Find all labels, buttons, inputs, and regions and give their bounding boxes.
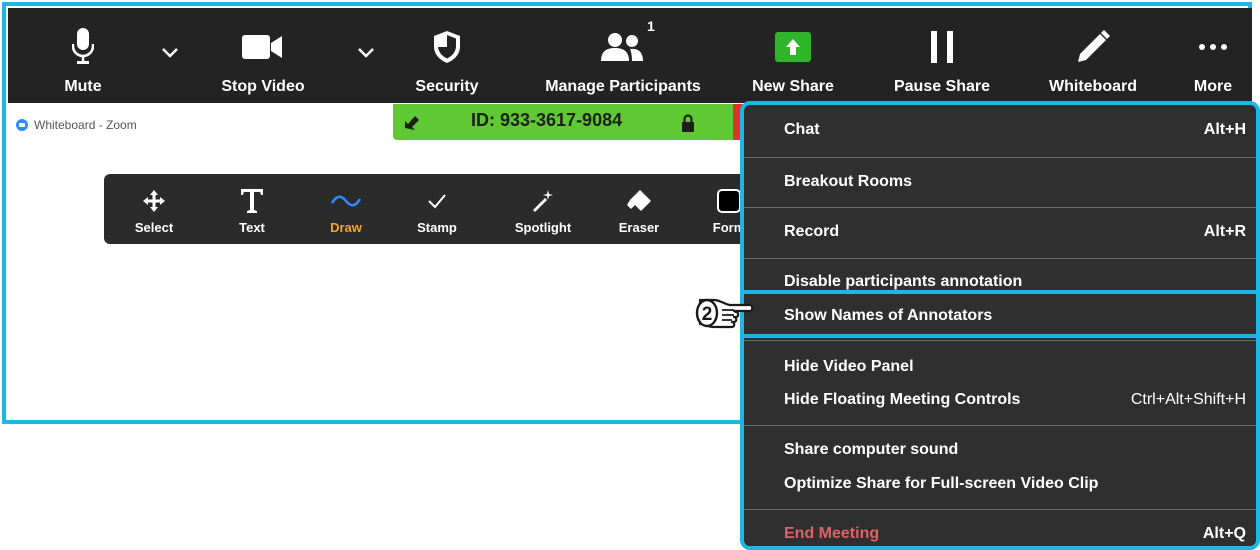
window-title-text: Whiteboard - Zoom xyxy=(34,118,137,132)
stop-video-button[interactable]: Stop Video xyxy=(213,8,313,103)
pause-share-label: Pause Share xyxy=(893,78,991,95)
menu-item-end-meeting-shortcut: Alt+Q xyxy=(1202,525,1246,542)
menu-item-hide-video-panel-label: Hide Video Panel xyxy=(784,358,914,375)
mute-button[interactable]: Mute xyxy=(53,8,113,103)
menu-separator xyxy=(744,207,1256,208)
new-share-label: New Share xyxy=(752,78,834,95)
menu-item-hide-video-panel[interactable]: Hide Video Panel xyxy=(784,358,1246,376)
tool-text[interactable]: Text xyxy=(217,174,287,244)
whiteboard-label: Whiteboard xyxy=(1049,78,1137,95)
menu-item-hide-floating-controls[interactable]: Hide Floating Meeting Controls Ctrl+Alt+… xyxy=(784,391,1246,409)
tool-text-label: Text xyxy=(239,220,265,235)
participants-icon: 1 xyxy=(601,18,655,72)
whiteboard-button[interactable]: Whiteboard xyxy=(1038,8,1148,103)
menu-item-optimize-share-label: Optimize Share for Full-screen Video Cli… xyxy=(784,475,1099,492)
menu-item-chat-label: Chat xyxy=(784,121,820,138)
color-swatch-icon xyxy=(716,186,742,216)
magic-wand-icon xyxy=(531,186,555,216)
pause-icon xyxy=(929,22,955,72)
meeting-id-bar[interactable]: ID: 933-3617-9084 xyxy=(393,104,735,140)
tool-spotlight-label: Spotlight xyxy=(514,220,572,235)
pencil-icon xyxy=(1076,22,1110,72)
pause-share-button[interactable]: Pause Share xyxy=(892,8,992,103)
squiggle-line-icon xyxy=(331,186,361,216)
security-label: Security xyxy=(415,78,479,95)
meeting-id-text: ID: 933-3617-9084 xyxy=(471,110,623,130)
menu-item-hide-floating-shortcut: Ctrl+Alt+Shift+H xyxy=(1130,391,1246,408)
collapse-arrow-icon[interactable] xyxy=(403,114,421,135)
share-screen-icon xyxy=(775,22,811,72)
tool-select[interactable]: Select xyxy=(119,174,189,244)
shield-icon xyxy=(432,22,462,72)
menu-item-record[interactable]: Record Alt+R xyxy=(784,223,1246,241)
audio-options-chevron-icon[interactable] xyxy=(160,46,180,60)
mute-label: Mute xyxy=(64,78,102,95)
video-options-chevron-icon[interactable] xyxy=(356,46,376,60)
tool-stamp-label: Stamp xyxy=(417,220,457,235)
menu-item-hide-floating-label: Hide Floating Meeting Controls xyxy=(784,391,1021,408)
tool-draw-label: Draw xyxy=(330,220,362,235)
menu-item-chat-shortcut: Alt+H xyxy=(1203,121,1246,138)
more-button[interactable]: More xyxy=(1188,8,1238,103)
tool-stamp[interactable]: Stamp xyxy=(402,174,472,244)
security-button[interactable]: Security xyxy=(412,8,482,103)
show-names-highlight-box xyxy=(740,290,1260,338)
menu-separator xyxy=(744,425,1256,426)
new-share-button[interactable]: New Share xyxy=(752,8,834,103)
microphone-icon xyxy=(72,22,94,72)
menu-item-record-shortcut: Alt+R xyxy=(1203,223,1246,240)
menu-separator xyxy=(744,340,1256,341)
move-arrows-icon xyxy=(143,186,165,216)
menu-item-disable-annotation[interactable]: Disable participants annotation xyxy=(784,273,1246,291)
zoom-logo-icon xyxy=(16,119,28,131)
tool-draw[interactable]: Draw xyxy=(311,174,381,244)
menu-item-share-sound-label: Share computer sound xyxy=(784,441,959,458)
tool-spotlight[interactable]: Spotlight xyxy=(508,174,578,244)
tool-eraser[interactable]: Eraser xyxy=(604,174,674,244)
stop-video-label: Stop Video xyxy=(221,78,305,95)
more-dots-icon xyxy=(1198,22,1228,72)
step-pointer-hand: 2 xyxy=(690,294,754,334)
participant-count-badge: 1 xyxy=(647,18,655,34)
pointing-hand-icon: 2 xyxy=(695,298,754,329)
menu-item-share-sound[interactable]: Share computer sound xyxy=(784,441,1246,459)
menu-item-optimize-share[interactable]: Optimize Share for Full-screen Video Cli… xyxy=(784,475,1246,493)
video-camera-icon xyxy=(242,22,284,72)
menu-item-end-meeting-label: End Meeting xyxy=(784,525,880,542)
eraser-icon xyxy=(626,186,652,216)
menu-separator xyxy=(744,258,1256,259)
menu-item-breakout-rooms-label: Breakout Rooms xyxy=(784,173,913,190)
menu-item-end-meeting[interactable]: End Meeting Alt+Q xyxy=(784,525,1246,543)
menu-item-chat[interactable]: Chat Alt+H xyxy=(784,121,1246,139)
step-number: 2 xyxy=(702,304,713,325)
menu-item-record-label: Record xyxy=(784,223,840,240)
menu-item-breakout-rooms[interactable]: Breakout Rooms xyxy=(784,173,1246,191)
annotation-toolbar: Select Text Draw Stamp Spotlight Eraser xyxy=(104,174,764,244)
window-title: Whiteboard - Zoom xyxy=(16,118,137,132)
menu-separator xyxy=(744,157,1256,158)
menu-item-disable-annotation-label: Disable participants annotation xyxy=(784,273,1023,290)
meeting-toolbar: Mute Stop Video Security 1 Manage Partic… xyxy=(8,8,1252,103)
text-t-icon xyxy=(240,186,264,216)
manage-participants-label: Manage Participants xyxy=(545,78,701,95)
lock-icon xyxy=(681,114,695,137)
tool-eraser-label: Eraser xyxy=(618,220,660,235)
manage-participants-button[interactable]: 1 Manage Participants xyxy=(528,8,718,103)
checkmark-icon xyxy=(427,186,447,216)
tool-select-label: Select xyxy=(134,220,174,235)
menu-separator xyxy=(744,509,1256,510)
more-label: More xyxy=(1193,78,1233,95)
